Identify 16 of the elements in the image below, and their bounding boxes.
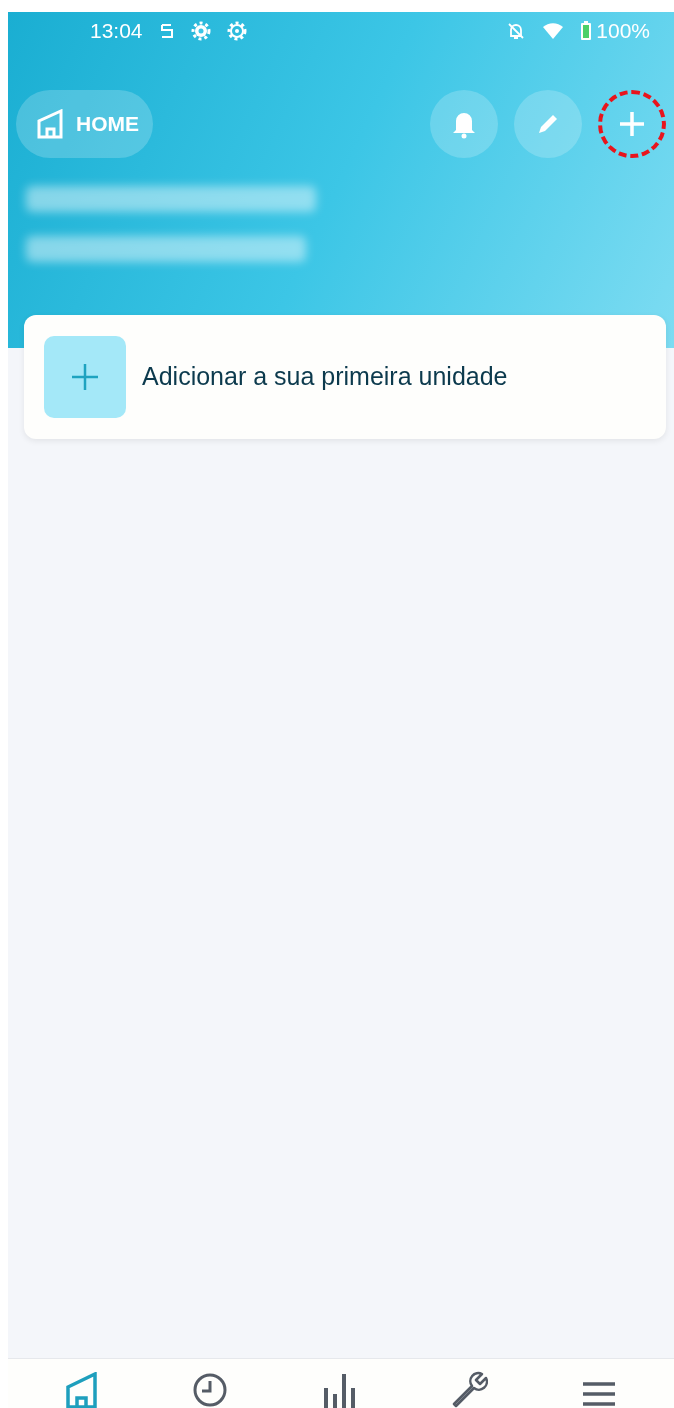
battery-level: 100%	[596, 18, 650, 45]
gear-icon	[190, 21, 211, 41]
clock-icon	[191, 1372, 228, 1408]
home-icon	[64, 1372, 99, 1408]
sync-icon	[158, 21, 175, 41]
plus-button[interactable]	[598, 90, 666, 158]
wifi-icon	[542, 22, 565, 40]
house-icon	[36, 109, 66, 139]
battery-icon	[580, 21, 593, 41]
clock-time: 13:04	[90, 18, 143, 45]
settings-icon	[226, 21, 247, 41]
add-unit-label: Adicionar a sua primeira unidade	[142, 361, 508, 393]
add-unit-card[interactable]: Adicionar a sua primeira unidade	[24, 315, 666, 439]
nav-tab[interactable]	[64, 1372, 99, 1408]
plus-icon	[70, 362, 100, 392]
nav-tab[interactable]	[191, 1372, 228, 1408]
